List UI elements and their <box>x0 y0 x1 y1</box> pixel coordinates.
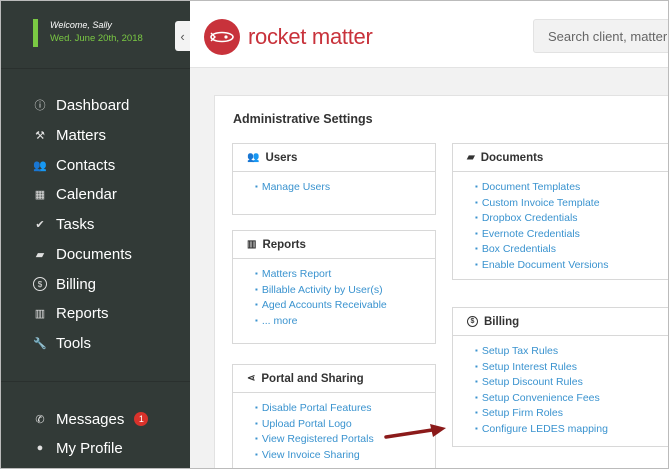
panel-header: ⋖ Portal and Sharing <box>233 365 435 393</box>
panel-header: 👥 Users <box>233 144 435 172</box>
link-setup-interest-rules[interactable]: Setup Interest Rules <box>475 360 668 376</box>
link-disable-portal-features[interactable]: Disable Portal Features <box>255 401 435 417</box>
link-aged-accounts[interactable]: Aged Accounts Receivable <box>255 298 435 314</box>
wrench-icon: 🔧 <box>33 337 47 350</box>
sidebar-item-documents[interactable]: ▰ Documents <box>33 243 132 265</box>
link-setup-tax-rules[interactable]: Setup Tax Rules <box>475 344 668 360</box>
billing-panel: $ Billing Setup Tax Rules Setup Interest… <box>452 307 668 447</box>
bar-chart-icon: ▥ <box>34 307 46 320</box>
calendar-icon: ▦ <box>34 188 46 201</box>
sidebar-divider <box>1 68 190 69</box>
reports-panel: ▥ Reports Matters Report Billable Activi… <box>232 230 436 344</box>
sidebar-item-calendar[interactable]: ▦ Calendar <box>33 183 117 205</box>
rocket-icon <box>204 19 240 55</box>
link-enable-document-versions[interactable]: Enable Document Versions <box>475 258 668 274</box>
welcome-date: Wed. June 20th, 2018 <box>50 33 143 44</box>
collapse-sidebar-button[interactable]: ‹ <box>175 21 190 51</box>
sidebar-item-label: Tools <box>56 334 92 352</box>
admin-settings-card: Administrative Settings 👥 Users Manage U… <box>214 95 668 468</box>
folder-icon: ▰ <box>35 248 45 261</box>
welcome-block: Welcome, Sally Wed. June 20th, 2018 <box>33 19 143 47</box>
page-title: Administrative Settings <box>233 112 373 126</box>
link-document-templates[interactable]: Document Templates <box>475 180 668 196</box>
brand-name: rocket matter <box>248 24 373 49</box>
panel-title: Reports <box>262 238 306 251</box>
sidebar-divider <box>1 381 190 382</box>
sidebar-item-label: Tasks <box>56 215 95 233</box>
top-header: rocket matter Search client, matter <box>190 1 668 68</box>
gavel-icon: ⚒ <box>35 129 45 142</box>
panel-header: $ Billing <box>453 308 668 336</box>
app-window: Welcome, Sally Wed. June 20th, 2018 ‹ ⓘ … <box>0 0 669 469</box>
sidebar-item-reports[interactable]: ▥ Reports <box>33 302 109 324</box>
portal-sharing-panel: ⋖ Portal and Sharing Disable Portal Feat… <box>232 364 436 468</box>
panel-title: Billing <box>484 315 520 328</box>
sidebar-item-label: Dashboard <box>56 96 130 114</box>
sidebar-item-billing[interactable]: $ Billing <box>33 273 96 295</box>
user-icon: ● <box>36 442 44 454</box>
sidebar-item-label: Documents <box>56 245 132 263</box>
link-setup-discount-rules[interactable]: Setup Discount Rules <box>475 375 668 391</box>
panel-title: Users <box>265 151 298 164</box>
annotation-arrow-icon <box>384 424 446 439</box>
sidebar-item-tasks[interactable]: ✔ Tasks <box>33 213 94 235</box>
bar-chart-icon: ▥ <box>247 239 257 250</box>
sidebar-item-label: Contacts <box>56 156 116 174</box>
chevron-left-icon: ‹ <box>180 28 185 44</box>
welcome-greeting: Welcome, Sally <box>50 20 112 30</box>
sidebar-item-my-profile[interactable]: ● My Profile <box>33 437 123 459</box>
share-icon: ⋖ <box>247 373 256 384</box>
dollar-icon: $ <box>467 316 478 327</box>
sidebar-item-label: Reports <box>56 304 109 322</box>
link-more-reports[interactable]: ... more <box>255 314 435 330</box>
brand-logo[interactable]: rocket matter <box>204 19 373 55</box>
phone-icon: ✆ <box>35 413 45 426</box>
panel-title: Portal and Sharing <box>261 372 364 385</box>
search-input[interactable]: Search client, matter <box>533 19 668 53</box>
link-matters-report[interactable]: Matters Report <box>255 267 435 283</box>
link-setup-firm-roles[interactable]: Setup Firm Roles <box>475 406 668 422</box>
link-manage-users[interactable]: Manage Users <box>255 180 435 196</box>
documents-panel: ▰ Documents Document Templates Custom In… <box>452 143 668 280</box>
panel-header: ▰ Documents <box>453 144 668 172</box>
link-configure-ledes-mapping[interactable]: Configure LEDES mapping <box>475 422 668 438</box>
panel-title: Documents <box>480 151 544 164</box>
sidebar-item-label: Calendar <box>56 185 117 203</box>
link-box-credentials[interactable]: Box Credentials <box>475 242 668 258</box>
link-view-invoice-sharing[interactable]: View Invoice Sharing <box>255 448 435 464</box>
messages-count-badge: 1 <box>134 412 149 426</box>
users-panel: 👥 Users Manage Users <box>232 143 436 215</box>
link-billable-activity[interactable]: Billable Activity by User(s) <box>255 283 435 299</box>
info-icon: ⓘ <box>34 100 46 112</box>
sidebar-item-contacts[interactable]: 👥 Contacts <box>33 154 115 176</box>
panel-header: ▥ Reports <box>233 231 435 259</box>
sidebar-item-tools[interactable]: 🔧 Tools <box>33 332 91 354</box>
sidebar-item-label: My Profile <box>56 439 123 457</box>
sidebar-item-matters[interactable]: ⚒ Matters <box>33 124 106 146</box>
contacts-icon: 👥 <box>33 159 47 172</box>
dollar-icon: $ <box>33 277 47 291</box>
sidebar-item-label: Messages <box>56 410 125 428</box>
check-icon: ✔ <box>35 218 45 231</box>
link-dropbox-credentials[interactable]: Dropbox Credentials <box>475 211 668 227</box>
search-placeholder: Search client, matter <box>548 28 668 44</box>
sidebar-item-label: Billing <box>56 275 97 293</box>
folder-icon: ▰ <box>467 152 475 163</box>
users-icon: 👥 <box>247 152 260 163</box>
sidebar-item-label: Matters <box>56 126 107 144</box>
link-setup-convenience-fees[interactable]: Setup Convenience Fees <box>475 391 668 407</box>
sidebar-item-messages[interactable]: ✆ Messages 1 <box>33 408 149 430</box>
sidebar: Welcome, Sally Wed. June 20th, 2018 ‹ ⓘ … <box>1 1 190 468</box>
sidebar-item-dashboard[interactable]: ⓘ Dashboard <box>33 94 130 116</box>
link-custom-invoice-template[interactable]: Custom Invoice Template <box>475 196 668 212</box>
link-evernote-credentials[interactable]: Evernote Credentials <box>475 227 668 243</box>
